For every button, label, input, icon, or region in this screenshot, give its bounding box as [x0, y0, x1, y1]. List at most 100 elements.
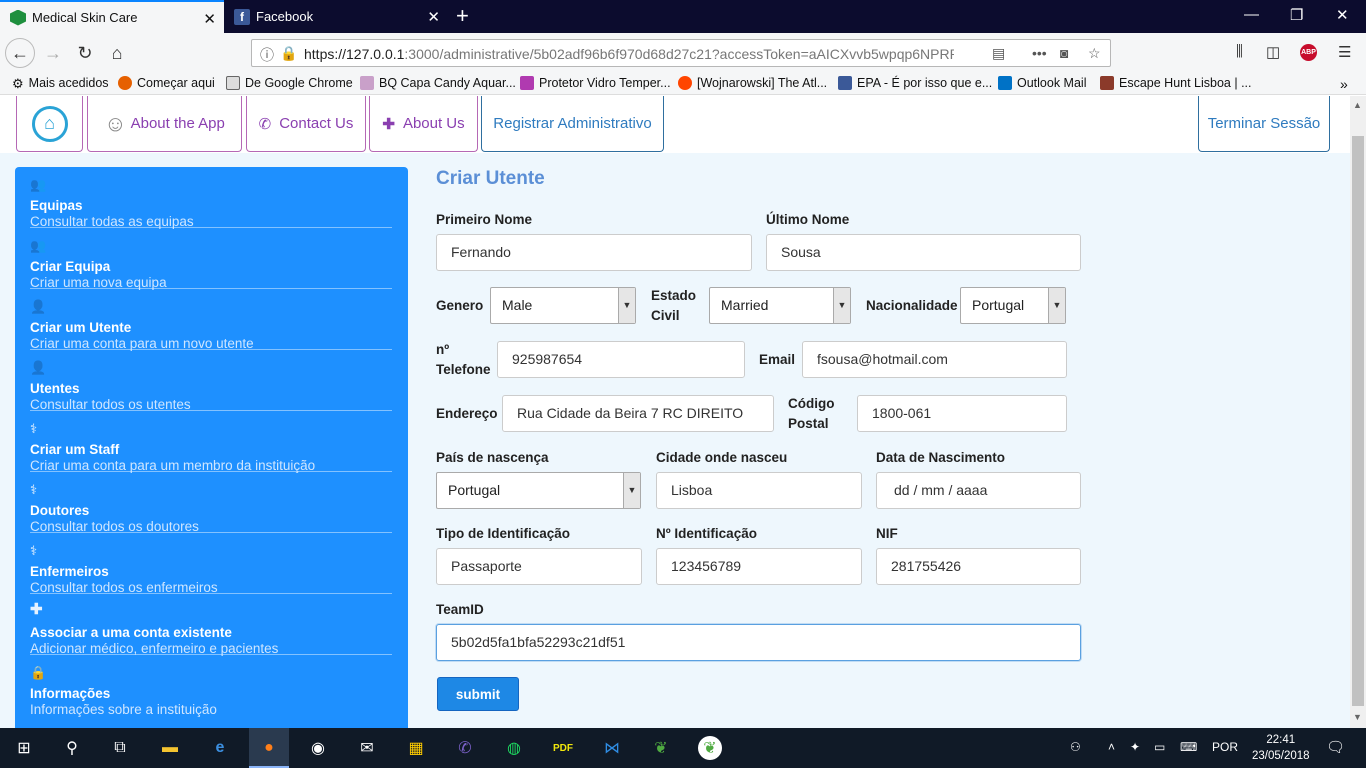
battery-icon[interactable]: ▭: [1154, 740, 1165, 754]
sidebar-item-criar-equipa[interactable]: 👥 Criar Equipa Criar uma nova equipa: [30, 228, 392, 290]
home-icon[interactable]: ⌂: [102, 39, 132, 67]
bookmark-item[interactable]: Protetor Vidro Temper...: [520, 76, 671, 90]
adblock-icon[interactable]: ABP: [1300, 44, 1317, 61]
reader-view-icon[interactable]: ▤: [992, 45, 1005, 62]
bookmark-item[interactable]: [Wojnarowski] The Atl...: [678, 76, 827, 90]
close-tab-icon[interactable]: ✕: [427, 8, 440, 26]
close-tab-icon[interactable]: ✕: [203, 10, 216, 28]
registrar-nav-button[interactable]: Registrar Administrativo: [481, 96, 664, 152]
notifications-icon[interactable]: 🗨: [1326, 738, 1345, 756]
scroll-up-icon[interactable]: ▲: [1353, 100, 1362, 110]
bq-icon: [360, 76, 374, 90]
civil-status-select[interactable]: Married ▼: [709, 287, 851, 324]
store-icon[interactable]: ▦: [404, 736, 428, 760]
nif-input[interactable]: 281755426: [876, 548, 1081, 585]
id-number-input[interactable]: 123456789: [656, 548, 862, 585]
search-icon[interactable]: ⚲: [60, 736, 84, 760]
tab-facebook[interactable]: f Facebook ✕: [224, 0, 448, 33]
tab-medical-skin-care[interactable]: Medical Skin Care ✕: [0, 0, 224, 33]
home-nav-button[interactable]: ⌂: [16, 96, 83, 152]
browser-tab-bar: Medical Skin Care ✕ f Facebook ✕ + — ❐ ✕: [0, 0, 1366, 33]
folder-icon: [226, 76, 240, 90]
logout-button[interactable]: Terminar Sessão: [1198, 96, 1330, 152]
tab-title: Facebook: [256, 9, 314, 24]
house-icon: ⌂: [31, 105, 68, 142]
sidebar-item-informacoes[interactable]: 🔒 Informações Informações sobre a instit…: [30, 655, 392, 717]
scroll-thumb[interactable]: [1352, 136, 1364, 706]
team-id-input[interactable]: 5b02d5fa1bfa52293c21df51: [436, 624, 1081, 661]
first-name-input[interactable]: Fernando: [436, 234, 752, 271]
minimize-icon[interactable]: —: [1244, 6, 1259, 23]
edge-icon[interactable]: e: [208, 736, 232, 760]
sidebar-item-doutores[interactable]: ⚕ Doutores Consultar todos os doutores: [30, 472, 392, 534]
birth-country-select[interactable]: Portugal ▼: [436, 472, 641, 509]
phone-input[interactable]: 925987654: [497, 341, 745, 378]
steam-icon[interactable]: ◉: [306, 736, 330, 760]
bookmark-star-icon[interactable]: ☆: [1088, 45, 1101, 62]
vscode-icon[interactable]: ⋈: [600, 736, 624, 760]
bookmark-item[interactable]: ⚙ Mais acedidos: [12, 76, 109, 91]
bookmark-item[interactable]: Começar aqui: [118, 76, 215, 90]
language-indicator[interactable]: POR: [1212, 740, 1238, 754]
dropbox-icon[interactable]: ✦: [1130, 740, 1140, 754]
last-name-input[interactable]: Sousa: [766, 234, 1081, 271]
id-type-input[interactable]: Passaporte: [436, 548, 642, 585]
more-bookmarks-icon[interactable]: »: [1340, 76, 1348, 92]
back-icon[interactable]: ←: [5, 38, 35, 68]
sidebar-item-criar-utente[interactable]: 👤 Criar um Utente Criar uma conta para u…: [30, 289, 392, 351]
birth-date-input[interactable]: dd / mm / aaaa: [876, 472, 1081, 509]
sidebar-item-equipas[interactable]: 👥 Equipas Consultar todas as equipas: [30, 167, 392, 229]
contact-nav-button[interactable]: ✆ Contact Us: [246, 96, 366, 152]
postal-code-input[interactable]: 1800-061: [857, 395, 1067, 432]
task-view-icon[interactable]: ⧉: [108, 736, 132, 760]
scroll-down-icon[interactable]: ▼: [1353, 712, 1362, 722]
mail-icon[interactable]: ✉: [355, 736, 379, 760]
bookmark-item[interactable]: EPA - É por isso que e...: [838, 76, 992, 90]
menu-icon[interactable]: ☰: [1338, 43, 1351, 61]
forward-icon[interactable]: →: [38, 39, 68, 67]
sidebar-item-enfermeiros[interactable]: ⚕ Enfermeiros Consultar todos os enferme…: [30, 533, 392, 595]
sidebar-item-title: Criar um Staff: [30, 442, 120, 457]
close-window-icon[interactable]: ✕: [1336, 6, 1349, 24]
sidebar-item-utentes[interactable]: 👤 Utentes Consultar todos os utentes: [30, 350, 392, 412]
bookmark-item[interactable]: De Google Chrome: [226, 76, 353, 90]
people-icon[interactable]: ⚇: [1070, 740, 1081, 754]
sidebar-icon[interactable]: ◫: [1266, 43, 1280, 61]
nationality-select[interactable]: Portugal ▼: [960, 287, 1066, 324]
file-explorer-icon[interactable]: ▬: [158, 736, 182, 760]
bookmark-item[interactable]: BQ Capa Candy Aquar...: [360, 76, 516, 90]
submit-button[interactable]: submit: [437, 677, 519, 711]
chevron-up-icon[interactable]: ˄: [1108, 740, 1115, 754]
page-actions-icon[interactable]: •••: [1032, 45, 1047, 61]
spotify-icon[interactable]: ◍: [502, 736, 526, 760]
url-text[interactable]: https://127.0.0.1:3000/administrative/5b…: [304, 46, 954, 62]
mongodb-compass-icon[interactable]: ❦: [698, 736, 722, 760]
system-clock[interactable]: 22:41 23/05/2018: [1252, 732, 1310, 764]
restore-icon[interactable]: ❐: [1290, 6, 1303, 24]
pocket-icon[interactable]: ◙: [1060, 45, 1068, 61]
sidebar-item-criar-staff[interactable]: ⚕ Criar um Staff Criar uma conta para um…: [30, 411, 392, 473]
gender-select[interactable]: Male ▼: [490, 287, 636, 324]
reload-icon[interactable]: ↻: [70, 39, 100, 67]
new-tab-icon[interactable]: +: [456, 4, 469, 28]
about-us-nav-button[interactable]: ✚ About Us: [369, 96, 478, 152]
windows-start-icon[interactable]: ⊞: [12, 736, 36, 760]
address-input[interactable]: Rua Cidade da Beira 7 RC DIREITO: [502, 395, 774, 432]
sidebar-item-associar[interactable]: ✚ Associar a uma conta existente Adicion…: [30, 594, 392, 656]
pdf-icon[interactable]: PDF: [551, 736, 575, 760]
viber-icon[interactable]: ✆: [453, 736, 477, 760]
info-icon[interactable]: ⓘ: [260, 45, 274, 65]
email-input[interactable]: fsousa@hotmail.com: [802, 341, 1067, 378]
bookmark-item[interactable]: Escape Hunt Lisboa | ...: [1100, 76, 1252, 90]
keyboard-icon[interactable]: ⌨: [1180, 740, 1197, 754]
library-icon[interactable]: ⫼: [1236, 43, 1243, 60]
mongodb-icon[interactable]: ❦: [649, 736, 673, 760]
firefox-icon[interactable]: ●: [257, 736, 281, 760]
bookmark-item[interactable]: Outlook Mail: [998, 76, 1086, 90]
civil-label-line2: Civil: [651, 308, 680, 323]
about-app-nav-button[interactable]: ☺ About the App: [87, 96, 242, 152]
url-bar[interactable]: ⓘ 🔒 https://127.0.0.1:3000/administrativ…: [251, 39, 1111, 67]
page-scrollbar[interactable]: ▲ ▼: [1350, 96, 1366, 728]
lock-icon[interactable]: 🔒: [280, 45, 297, 62]
birth-city-input[interactable]: Lisboa: [656, 472, 862, 509]
